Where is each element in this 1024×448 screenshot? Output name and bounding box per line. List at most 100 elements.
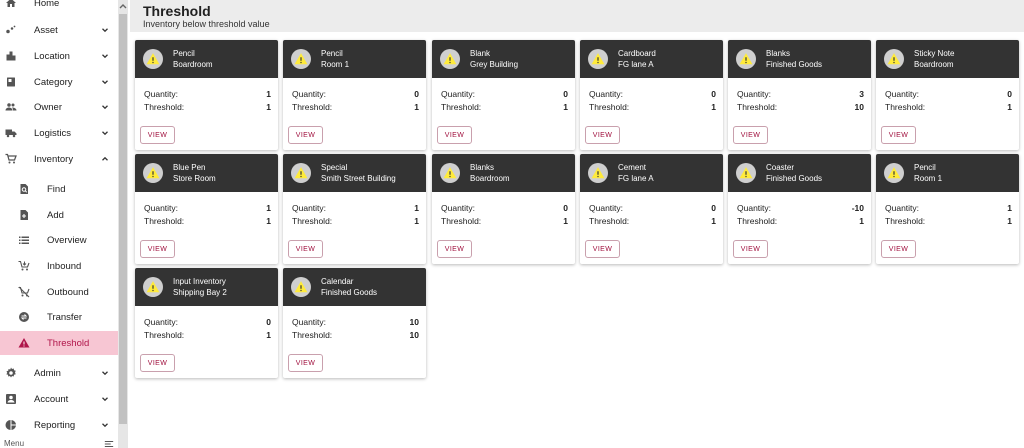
card-location: Boardroom — [914, 60, 954, 69]
threshold-label: Threshold: — [589, 102, 630, 112]
view-button[interactable]: VIEW — [585, 126, 620, 144]
category-icon — [5, 76, 17, 88]
view-button[interactable]: VIEW — [288, 354, 323, 372]
quantity-label: Quantity: — [589, 89, 624, 99]
sidebar-scrollbar-thumb[interactable] — [119, 14, 127, 424]
card-item-name: Calendar — [321, 277, 354, 286]
scroll-up-icon[interactable] — [119, 3, 127, 9]
warning-icon — [146, 53, 160, 65]
threshold-card: Cardboard FG lane A Quantity: 0 Threshold: 1 V… — [580, 40, 723, 150]
card-location: Boardroom — [470, 174, 510, 183]
chevron-down-icon — [102, 131, 108, 136]
card-header: Input Inventory Shipping Bay 2 — [135, 268, 278, 306]
warning-icon — [294, 281, 308, 293]
sidebar-item-label: Account — [34, 394, 69, 405]
card-header: Cardboard FG lane A — [580, 40, 723, 78]
view-button[interactable]: VIEW — [881, 126, 916, 144]
card-header: Cement FG lane A — [580, 154, 723, 192]
find-icon — [18, 183, 30, 195]
view-button[interactable]: VIEW — [881, 240, 916, 258]
view-button[interactable]: VIEW — [140, 354, 175, 372]
outbound-icon — [18, 286, 30, 298]
sidebar-item-outbound[interactable]: Outbound — [0, 283, 120, 301]
sidebar-item-account[interactable]: Account — [0, 390, 120, 408]
threshold-label: Threshold: — [292, 330, 333, 340]
card-item-name: Sticky Note — [914, 49, 955, 58]
card-header: Blue Pen Store Room — [135, 154, 278, 192]
threshold-label: Threshold: — [292, 102, 333, 112]
menu-collapse-icon[interactable] — [104, 440, 114, 448]
card-item-name: Blue Pen — [173, 163, 206, 172]
sidebar-item-asset[interactable]: Asset — [0, 21, 120, 39]
threshold-label: Threshold: — [144, 216, 185, 226]
sidebar-item-logistics[interactable]: Logistics — [0, 124, 120, 142]
threshold-card: Pencil Room 1 Quantity: 1 Threshold: 1 VIEW — [876, 154, 1019, 264]
warning-avatar — [588, 49, 608, 69]
quantity-value: 3 — [859, 89, 864, 99]
sidebar-item-find[interactable]: Find — [0, 180, 120, 198]
view-button[interactable]: VIEW — [288, 240, 323, 258]
chevron-down-icon — [102, 28, 108, 33]
quantity-value: 0 — [563, 203, 568, 213]
card-location: Finished Goods — [766, 174, 823, 183]
list-icon — [18, 234, 30, 246]
card-item-name: Coaster — [766, 163, 795, 172]
card-header: Blanks Finished Goods — [728, 40, 871, 78]
sidebar-item-home[interactable]: Home — [0, 0, 120, 10]
sidebar-item-category[interactable]: Category — [0, 73, 120, 91]
view-button[interactable]: VIEW — [733, 126, 768, 144]
threshold-value: 1 — [266, 330, 271, 340]
card-item-name: Pencil — [173, 49, 195, 58]
chevron-down-icon — [102, 54, 108, 59]
warning-icon — [739, 53, 753, 65]
sidebar-item-location[interactable]: Location — [0, 47, 120, 65]
sidebar-item-overview[interactable]: Overview — [0, 231, 120, 249]
view-button[interactable]: VIEW — [733, 240, 768, 258]
sidebar-item-reporting[interactable]: Reporting — [0, 416, 120, 434]
view-button[interactable]: VIEW — [140, 126, 175, 144]
sidebar-item-admin[interactable]: Admin — [0, 364, 120, 382]
sidebar-item-transfer[interactable]: Transfer — [0, 308, 120, 326]
warning-icon — [18, 337, 30, 349]
cart-icon — [5, 153, 17, 165]
quantity-label: Quantity: — [589, 203, 624, 213]
quantity-value: 1 — [266, 89, 271, 99]
chevron-down-icon — [102, 80, 108, 85]
view-button[interactable]: VIEW — [437, 240, 472, 258]
warning-avatar — [736, 49, 756, 69]
view-button[interactable]: VIEW — [288, 126, 323, 144]
warning-avatar — [291, 163, 311, 183]
card-location: Store Room — [173, 174, 216, 183]
sidebar-item-label: Category — [34, 77, 73, 88]
card-location: Room 1 — [914, 174, 943, 183]
card-item-name: Pencil — [321, 49, 343, 58]
warning-avatar — [736, 163, 756, 183]
card-location: Boardroom — [173, 60, 213, 69]
threshold-label: Threshold: — [737, 216, 778, 226]
card-location: FG lane A — [618, 60, 654, 69]
quantity-label: Quantity: — [292, 317, 327, 327]
owner-icon — [5, 101, 17, 113]
sidebar-item-owner[interactable]: Owner — [0, 98, 120, 116]
page-subtitle: Inventory below threshold value — [143, 19, 270, 29]
card-header: Coaster Finished Goods — [728, 154, 871, 192]
asset-icon — [5, 24, 17, 36]
quantity-label: Quantity: — [737, 203, 772, 213]
view-button[interactable]: VIEW — [140, 240, 175, 258]
sidebar-item-label: Admin — [34, 368, 61, 379]
view-button[interactable]: VIEW — [437, 126, 472, 144]
transfer-icon — [18, 311, 30, 323]
sidebar-item-add[interactable]: Add — [0, 206, 120, 224]
quantity-value: 0 — [711, 203, 716, 213]
threshold-label: Threshold: — [144, 102, 185, 112]
sidebar-item-threshold[interactable]: Threshold — [0, 331, 120, 355]
threshold-value: 1 — [414, 102, 419, 112]
view-button[interactable]: VIEW — [585, 240, 620, 258]
warning-icon — [887, 53, 901, 65]
sidebar-item-inventory[interactable]: Inventory — [0, 150, 120, 168]
threshold-value: 1 — [563, 102, 568, 112]
quantity-label: Quantity: — [144, 203, 179, 213]
threshold-card: Blank Grey Building Quantity: 0 Threshold: 1 V… — [432, 40, 575, 150]
quantity-value: 0 — [1007, 89, 1012, 99]
sidebar-item-inbound[interactable]: Inbound — [0, 257, 120, 275]
